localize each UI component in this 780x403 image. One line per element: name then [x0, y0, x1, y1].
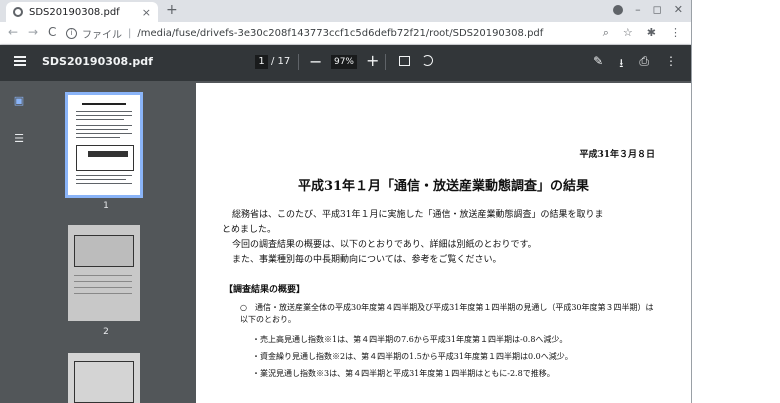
summary-heading: 【調査結果の概要】	[224, 285, 306, 295]
thumb-table-fill	[88, 151, 128, 157]
thumbnail-number: 1	[103, 201, 109, 211]
globe-icon	[13, 7, 23, 17]
outline-icon[interactable]: ☰	[12, 133, 26, 145]
summary-sub-item: ・資金繰り見通し指数※2は、第４四半期の1.5から平成31年度第１四半期は0.0…	[252, 352, 573, 361]
thumb-table	[76, 145, 134, 171]
back-button[interactable]: ←	[8, 25, 18, 39]
minimize-button[interactable]: –	[635, 3, 641, 16]
pdf-sidebar: ▣ ☰ 1 2	[0, 81, 196, 403]
intro-line: 総務省は、このたび、平成31年１月に実施した「通信・放送産業動態調査」の結果を取…	[232, 210, 604, 220]
sidebar-tabs: ▣ ☰	[0, 81, 42, 403]
document-title: 平成31年１月「通信・放送産業動態調査」の結果	[297, 179, 590, 194]
window-controls: – ◻ ✕	[613, 3, 683, 16]
browser-tab[interactable]: SDS20190308.pdf ×	[6, 2, 158, 22]
thumb-line	[74, 275, 132, 276]
tab-title: SDS20190308.pdf	[29, 6, 120, 18]
maximize-button[interactable]: ◻	[653, 3, 662, 16]
intro-line: 今回の調査結果の概要は、以下のとおりであり、詳細は別紙のとおりです。	[232, 240, 537, 250]
page-number-input[interactable]: 1	[255, 55, 268, 69]
thumbnail-page-3[interactable]	[68, 353, 140, 403]
summary-sub-item: ・売上高見通し指数※1は、第４四半期の7.6から平成31年度第１四半期は-0.8…	[252, 335, 568, 344]
thumbnail-list: 1 2	[42, 81, 196, 403]
rotate-icon[interactable]	[422, 55, 433, 66]
more-options-icon[interactable]: ⋮	[665, 54, 677, 75]
thumb-line	[76, 175, 132, 176]
thumb-line	[76, 129, 128, 130]
thumb-line	[76, 125, 132, 126]
thumb-line	[76, 111, 132, 112]
fit-page-icon[interactable]	[399, 56, 410, 66]
thumb-line	[82, 103, 126, 105]
browser-toolbar: ← → C i ファイル | /media/fuse/drivefs-3e30c…	[0, 22, 691, 45]
browser-menu-icon[interactable]: ⋮	[670, 26, 681, 40]
annotate-pen-icon[interactable]: ✎	[593, 54, 603, 75]
thumb-line	[76, 179, 126, 180]
pdf-filename: SDS20190308.pdf	[42, 55, 153, 68]
thumb-line	[74, 287, 132, 288]
thumb-line	[76, 119, 124, 120]
address-bar[interactable]: i ファイル | /media/fuse/drivefs-3e30c208f14…	[66, 25, 576, 41]
forward-button[interactable]: →	[28, 25, 38, 39]
zoom-out-button[interactable]: −	[309, 52, 322, 71]
url-separator: |	[128, 27, 132, 39]
reload-button[interactable]: C	[48, 25, 56, 39]
print-icon[interactable]: ⎙	[639, 54, 649, 75]
thumb-table	[74, 361, 134, 403]
close-window-button[interactable]: ✕	[674, 3, 683, 16]
document-viewport[interactable]: 平成31年３月８日 平成31年１月「通信・放送産業動態調査」の結果 総務省は、こ…	[196, 81, 691, 403]
thumb-line	[76, 133, 132, 134]
zoom-in-button[interactable]: +	[366, 51, 379, 70]
thumbnail-page-2[interactable]	[68, 225, 140, 321]
intro-line: また、事業種別毎の中長期動向については、参考をご覧ください。	[232, 255, 502, 265]
new-tab-button[interactable]: +	[166, 2, 178, 18]
close-tab-icon[interactable]: ×	[142, 6, 151, 19]
pdf-toolbar: SDS20190308.pdf 1 / 17 − 97% + ✎ ⭳ ⎙ ⋮	[0, 45, 691, 81]
thumbnail-number: 2	[103, 327, 109, 337]
page-total: / 17	[271, 56, 291, 67]
site-label: ファイル	[82, 29, 122, 41]
pdf-page: 平成31年３月８日 平成31年１月「通信・放送産業動態調査」の結果 総務省は、こ…	[196, 83, 691, 403]
toolbar-divider	[298, 54, 299, 70]
toolbar-actions: ⌕ ☆ ✱ ⋮	[603, 26, 681, 40]
summary-sub-item: ・業況見通し指数※3は、第４四半期と平成31年度第１四半期はともに-2.8で推移…	[252, 369, 555, 378]
download-icon[interactable]: ⭳	[619, 54, 623, 75]
thumb-line	[76, 137, 120, 138]
thumb-line	[76, 183, 132, 184]
zoom-level-input[interactable]: 97%	[331, 55, 357, 69]
thumbnails-icon[interactable]: ▣	[12, 95, 26, 107]
toolbar-divider	[385, 54, 386, 70]
tab-strip: SDS20190308.pdf × + – ◻ ✕	[0, 0, 691, 22]
hamburger-menu-icon[interactable]	[14, 56, 26, 66]
profile-icon[interactable]	[613, 4, 624, 15]
thumbnail-page-1[interactable]	[65, 92, 143, 198]
search-icon[interactable]: ⌕	[603, 26, 609, 40]
url-text[interactable]: /media/fuse/drivefs-3e30c208f143773ccf1c…	[137, 28, 543, 39]
extensions-icon[interactable]: ✱	[647, 26, 656, 40]
thumb-line	[76, 115, 132, 116]
summary-bullet: ○ 通信・放送産業全体の平成30年度第４四半期及び平成31年度第１四半期の見通し…	[240, 303, 654, 324]
info-icon[interactable]: i	[66, 27, 77, 39]
intro-line: とめました。	[222, 225, 277, 235]
browser-window: SDS20190308.pdf × + – ◻ ✕ ← → C i ファイル |…	[0, 0, 692, 403]
thumb-line	[74, 293, 132, 294]
bookmark-star-icon[interactable]: ☆	[623, 26, 633, 40]
thumb-line	[74, 281, 132, 282]
document-date: 平成31年３月８日	[579, 150, 655, 160]
thumb-table	[74, 235, 134, 267]
pdf-actions: ✎ ⭳ ⎙ ⋮	[593, 54, 677, 75]
